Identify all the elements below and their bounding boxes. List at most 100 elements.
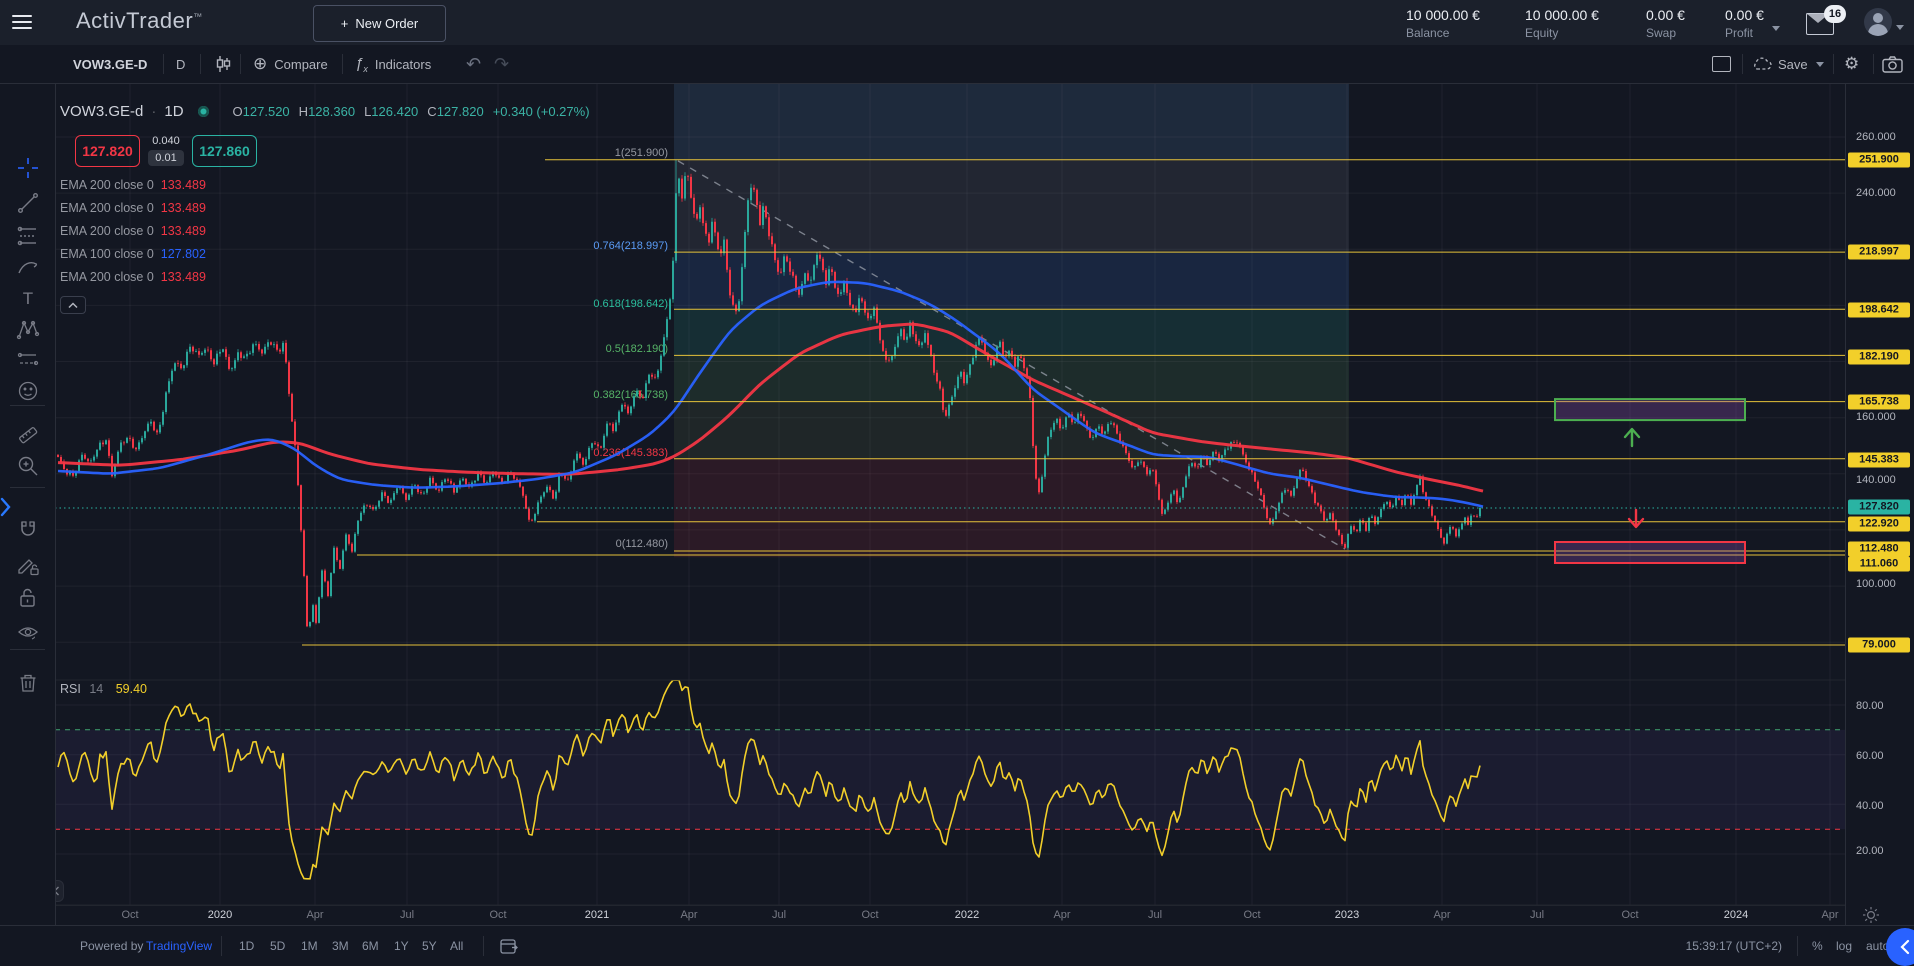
range-button-1d[interactable]: 1D (239, 926, 254, 966)
price-axis-label: 80.00 (1856, 700, 1884, 712)
main-menu-icon[interactable] (12, 11, 36, 33)
pencillock-icon (15, 552, 41, 578)
stat-label: Profit (1725, 26, 1764, 40)
svg-text:0.236(145.383): 0.236(145.383) (593, 447, 668, 459)
brush-tool[interactable] (15, 255, 41, 281)
tradingview-link[interactable]: TradingView (146, 926, 212, 966)
rail-expand-icon[interactable] (0, 496, 11, 523)
indicator-legend-row[interactable]: EMA 100 close 0 127.802 (60, 247, 206, 261)
sell-button[interactable]: 127.820 (75, 135, 140, 167)
drawing-lock-tool[interactable] (15, 552, 41, 578)
xabcd-pattern-tool[interactable] (15, 317, 41, 343)
indicator-legend-row[interactable]: EMA 200 close 0 133.489 (60, 224, 206, 238)
time-axis-label: Jul (772, 909, 786, 921)
log-scale-button[interactable]: log (1836, 926, 1852, 966)
layout-button[interactable] (1712, 45, 1731, 83)
new-order-button[interactable]: +New Order (313, 5, 446, 42)
price-chart[interactable]: 1(251.900)0.764(218.997)0.618(198.642)0.… (0, 0, 1914, 966)
price-axis[interactable]: 260.000240.000160.000140.000100.00080.00… (1845, 83, 1914, 925)
legend-interval[interactable]: 1D (164, 103, 183, 120)
profit-dropdown-icon[interactable] (1772, 26, 1780, 31)
settings-button[interactable]: ⚙ (1844, 45, 1859, 83)
hide-drawings-tool[interactable] (15, 620, 41, 646)
legend-collapse-button[interactable] (60, 296, 86, 314)
xabcd-icon (15, 317, 41, 343)
price-axis-level-badge: 111.060 (1848, 557, 1910, 572)
snapshot-button[interactable] (1882, 45, 1903, 83)
percent-scale-button[interactable]: % (1812, 926, 1823, 966)
price-axis-level-badge: 145.383 (1848, 453, 1910, 468)
time-axis[interactable]: Oct2020AprJulOct2021AprJulOct2022AprJulO… (55, 905, 1845, 926)
emoji-tool[interactable] (15, 378, 41, 404)
price-axis-label: 100.000 (1856, 578, 1896, 590)
buy-button[interactable]: 127.860 (192, 135, 257, 167)
market-open-icon (198, 106, 209, 117)
fib-retracement-tool[interactable] (15, 223, 41, 249)
time-axis-label: 2024 (1724, 909, 1748, 921)
stat-value: 0.00 € (1725, 7, 1764, 23)
range-button-5d[interactable]: 5D (270, 926, 285, 966)
time-axis-label: Jul (1148, 909, 1162, 921)
stat-value: 10 000.00 € (1525, 7, 1599, 23)
ohlc-item: H128.360 (299, 104, 355, 119)
indicator-legend-row[interactable]: EMA 200 close 0 133.489 (60, 178, 206, 192)
powered-by-label: Powered by (80, 926, 143, 966)
lock-all-tool[interactable] (15, 585, 41, 611)
time-axis-label: Oct (489, 909, 506, 921)
chart-toolbar: VOW3.GE-D D ⊕Compare ƒxIndicators ↶ ↷ Sa… (0, 45, 1914, 84)
symbol-button[interactable]: VOW3.GE-D (73, 45, 147, 83)
undo-button[interactable]: ↶ (466, 45, 481, 83)
trendline-tool[interactable] (15, 190, 41, 216)
chart-style-button[interactable] (212, 45, 234, 83)
ohlc-item: L126.420 (364, 104, 418, 119)
interval-button[interactable]: D (176, 45, 185, 83)
range-button-5y[interactable]: 5Y (422, 926, 437, 966)
stat-value: 0.00 € (1646, 7, 1685, 23)
range-button-3m[interactable]: 3M (332, 926, 349, 966)
go-to-date-button[interactable] (500, 926, 519, 966)
svg-text:0.382(165.738): 0.382(165.738) (593, 389, 668, 401)
price-axis-level-badge: 127.820 (1848, 500, 1910, 515)
time-axis-label: Oct (861, 909, 878, 921)
time-axis-label: Apr (1433, 909, 1450, 921)
compare-button[interactable]: ⊕Compare (253, 45, 328, 83)
stat-label: Equity (1525, 26, 1599, 40)
indicator-legend-row[interactable]: EMA 200 close 0 133.489 (60, 201, 206, 215)
indicator-legend-row[interactable]: EMA 200 close 0 133.489 (60, 270, 206, 284)
indicators-button[interactable]: ƒxIndicators (355, 45, 431, 83)
range-button-1y[interactable]: 1Y (394, 926, 409, 966)
crosshair-icon (15, 155, 41, 181)
trendline-icon (15, 190, 41, 216)
text-tool[interactable]: T (15, 285, 41, 311)
stat-label: Swap (1646, 26, 1685, 40)
activtrader-window: 1(251.900)0.764(218.997)0.618(198.642)0.… (0, 0, 1914, 966)
fib-level-labels: 1(251.900)0.764(218.997)0.618(198.642)0.… (593, 147, 668, 550)
legend-symbol[interactable]: VOW3.GE-d (60, 103, 143, 120)
time-axis-label: 2021 (585, 909, 609, 921)
long-position-tool[interactable] (15, 347, 41, 373)
account-dropdown-icon[interactable] (1896, 25, 1904, 30)
zoomin-icon (15, 453, 41, 479)
magnet-tool[interactable] (15, 518, 41, 544)
measure-tool[interactable] (15, 422, 41, 448)
svg-text:T: T (23, 289, 33, 308)
range-button-6m[interactable]: 6M (362, 926, 379, 966)
range-button-1m[interactable]: 1M (301, 926, 318, 966)
spread-indicator: 0.040 0.01 (146, 135, 186, 166)
ohlc-item: C127.820 (427, 104, 483, 119)
bottom-bar: Powered by TradingView 15:39:17 (UTC+2) … (0, 925, 1914, 966)
rsi-band (55, 730, 1845, 829)
crosshair-tool[interactable] (15, 155, 41, 181)
price-axis-label: 140.000 (1856, 474, 1896, 486)
range-button-all[interactable]: All (450, 926, 463, 966)
save-button[interactable]: Save (1752, 45, 1824, 83)
ohlc-values: O127.520H128.360L126.420C127.820+0.340 (… (233, 104, 590, 119)
redo-button[interactable]: ↷ (494, 45, 509, 83)
zoom-in-tool[interactable] (15, 453, 41, 479)
time-axis-label: 2020 (208, 909, 232, 921)
chart-legend: VOW3.GE-d · 1D O127.520H128.360L126.420C… (60, 103, 590, 120)
remove-drawings-tool[interactable] (15, 670, 41, 696)
avatar[interactable] (1864, 8, 1892, 36)
price-axis-level-badge: 165.738 (1848, 395, 1910, 410)
rsi-legend[interactable]: RSI 14 59.40 (60, 682, 147, 696)
